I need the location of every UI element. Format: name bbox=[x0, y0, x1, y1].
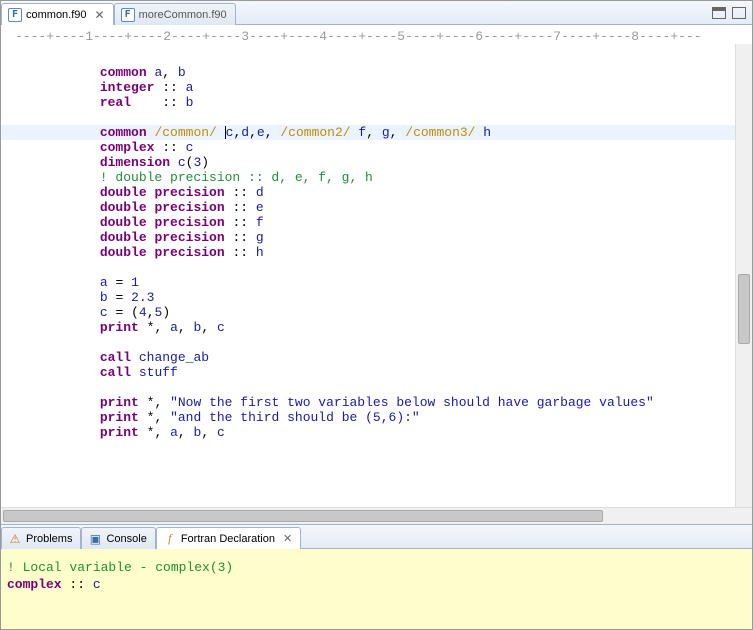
code-line[interactable]: c = (4,5) bbox=[1, 305, 735, 320]
view-tab-console[interactable]: ▣ Console bbox=[81, 527, 155, 549]
problems-icon: ⚠ bbox=[8, 532, 22, 546]
editor-area: ----+----1----+----2----+----3----+----4… bbox=[1, 25, 752, 524]
editor-tab-common[interactable]: F common.f90 ✕ bbox=[1, 3, 114, 25]
code-line[interactable]: call stuff bbox=[1, 365, 735, 380]
declaration-keyword: complex bbox=[7, 577, 62, 592]
editor-tab-bar: F common.f90 ✕ F moreCommon.f90 bbox=[1, 1, 752, 25]
views-tab-bar: ⚠ Problems ▣ Console f Fortran Declarati… bbox=[1, 525, 752, 549]
bottom-panel: ⚠ Problems ▣ Console f Fortran Declarati… bbox=[1, 524, 752, 629]
code-line[interactable] bbox=[1, 380, 735, 395]
view-tab-label: Problems bbox=[26, 533, 72, 545]
fortran-declaration-icon: f bbox=[163, 532, 177, 546]
close-icon[interactable]: ✕ bbox=[283, 532, 292, 545]
code-line[interactable]: double precision :: e bbox=[1, 200, 735, 215]
editor-tab-label: moreCommon.f90 bbox=[139, 9, 227, 21]
code-line[interactable]: dimension c(3) bbox=[1, 155, 735, 170]
fortran-file-icon: F bbox=[8, 8, 22, 22]
view-tab-label: Fortran Declaration bbox=[181, 533, 275, 545]
declaration-line: complex :: c bbox=[7, 576, 746, 593]
editor-tab-label: common.f90 bbox=[26, 9, 87, 21]
minimize-icon[interactable] bbox=[712, 7, 726, 19]
view-tab-fortran-declaration[interactable]: f Fortran Declaration ✕ bbox=[156, 527, 301, 549]
code-line[interactable]: common a, b bbox=[1, 65, 735, 80]
view-tab-problems[interactable]: ⚠ Problems bbox=[1, 527, 81, 549]
horizontal-scroll-thumb[interactable] bbox=[3, 510, 603, 522]
editor-tab-morecommon[interactable]: F moreCommon.f90 bbox=[114, 3, 236, 25]
vertical-scrollbar[interactable] bbox=[735, 44, 752, 507]
code-line[interactable]: a = 1 bbox=[1, 275, 735, 290]
code-line[interactable]: print *, a, b, c bbox=[1, 320, 735, 335]
code-line[interactable] bbox=[1, 110, 735, 125]
editor-body: common a, b integer :: a real :: b commo… bbox=[1, 44, 752, 507]
code-line[interactable]: print *, a, b, c bbox=[1, 425, 735, 440]
code-line[interactable]: common /common/ c,d,e, /common2/ f, g, /… bbox=[1, 125, 735, 140]
declaration-separator: :: bbox=[62, 577, 93, 592]
view-tab-label: Console bbox=[106, 533, 146, 545]
code-line[interactable]: ! double precision :: d, e, f, g, h bbox=[1, 170, 735, 185]
code-line[interactable]: print *, "and the third should be (5,6):… bbox=[1, 410, 735, 425]
code-line[interactable]: real :: b bbox=[1, 95, 735, 110]
code-line[interactable] bbox=[1, 50, 735, 65]
vertical-scroll-thumb[interactable] bbox=[738, 274, 750, 344]
code-line[interactable]: double precision :: d bbox=[1, 185, 735, 200]
code-line[interactable]: complex :: c bbox=[1, 140, 735, 155]
fortran-file-icon: F bbox=[121, 8, 135, 22]
code-line[interactable]: double precision :: h bbox=[1, 245, 735, 260]
declaration-identifier: c bbox=[93, 577, 101, 592]
code-editor[interactable]: common a, b integer :: a real :: b commo… bbox=[1, 44, 735, 507]
column-ruler: ----+----1----+----2----+----3----+----4… bbox=[1, 25, 752, 44]
code-line[interactable]: b = 2.3 bbox=[1, 290, 735, 305]
fortran-declaration-view: ! Local variable - complex(3) complex ::… bbox=[1, 549, 752, 629]
console-icon: ▣ bbox=[88, 532, 102, 546]
code-line[interactable] bbox=[1, 335, 735, 350]
maximize-icon[interactable] bbox=[732, 7, 746, 19]
code-line[interactable]: call change_ab bbox=[1, 350, 735, 365]
declaration-comment: ! Local variable - complex(3) bbox=[7, 559, 746, 576]
editor-window-controls bbox=[712, 1, 752, 24]
close-icon[interactable]: ✕ bbox=[95, 8, 105, 22]
horizontal-scrollbar[interactable] bbox=[1, 507, 752, 524]
code-line[interactable]: integer :: a bbox=[1, 80, 735, 95]
code-line[interactable]: double precision :: g bbox=[1, 230, 735, 245]
code-line[interactable] bbox=[1, 260, 735, 275]
ide-window: F common.f90 ✕ F moreCommon.f90 ----+---… bbox=[0, 0, 753, 630]
code-line[interactable]: print *, "Now the first two variables be… bbox=[1, 395, 735, 410]
code-line[interactable]: double precision :: f bbox=[1, 215, 735, 230]
